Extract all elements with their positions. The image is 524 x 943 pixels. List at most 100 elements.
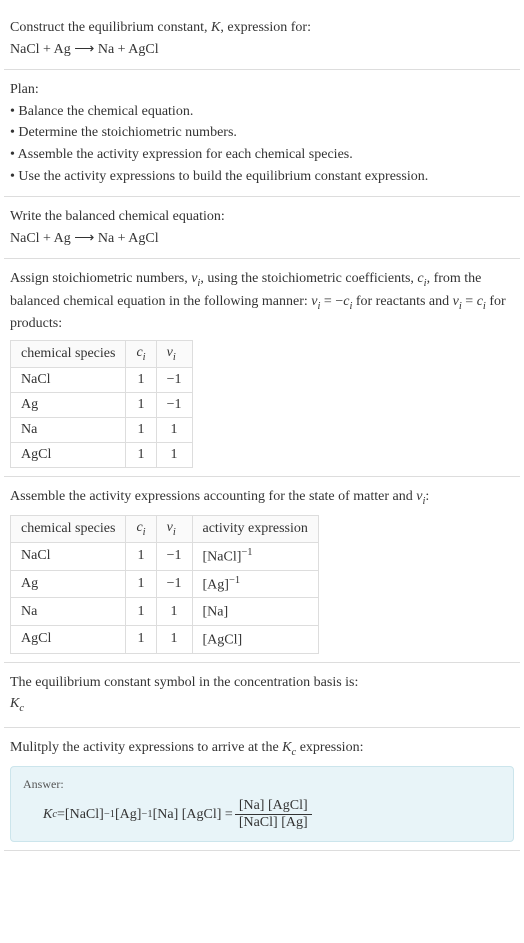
plan-item: • Assemble the activity expression for e… xyxy=(10,145,514,165)
balanced-section: Write the balanced chemical equation: Na… xyxy=(4,197,520,259)
header-equation: NaCl + Ag ⟶ Na + AgCl xyxy=(10,40,514,60)
plan-item: • Balance the chemical equation. xyxy=(10,102,514,122)
kc-sub: c xyxy=(19,703,24,714)
cell-activity: [Ag]−1 xyxy=(192,570,318,598)
cell-c: 1 xyxy=(126,542,156,570)
term-sup: −1 xyxy=(141,809,152,820)
plan-title: Plan: xyxy=(10,80,514,100)
answer-box: Answer: Kc = [NaCl]−1 [Ag]−1 [Na] [AgCl]… xyxy=(10,766,514,842)
fraction-numerator: [Na] [AgCl] xyxy=(235,798,312,815)
stoich-text: Assign stoichiometric numbers, xyxy=(10,271,191,286)
col-ci: ci xyxy=(126,516,156,543)
stoich-text: , using the stoichiometric coefficients, xyxy=(200,271,417,286)
balanced-title: Write the balanced chemical equation: xyxy=(10,207,514,227)
answer-label: Answer: xyxy=(23,777,501,792)
kc-K: K xyxy=(10,696,19,711)
cell-c: 1 xyxy=(126,598,156,626)
symbol-kc: Kc xyxy=(10,694,514,716)
table-row: AgCl 1 1 [AgCl] xyxy=(11,625,319,653)
symbol-section: The equilibrium constant symbol in the c… xyxy=(4,663,520,728)
answer-equation: Kc = [NaCl]−1 [Ag]−1 [Na] [AgCl] = [Na] … xyxy=(23,798,501,831)
multiply-text: Mulitply the activity expressions to arr… xyxy=(10,740,282,755)
stoich-table: chemical species ci νi NaCl 1 −1 Ag 1 −1… xyxy=(10,340,193,468)
cell-v: 1 xyxy=(156,625,192,653)
cell-v: −1 xyxy=(156,367,192,392)
kc-K: K xyxy=(43,807,52,823)
table-row: NaCl 1 −1 xyxy=(11,367,193,392)
stoich-text: = xyxy=(462,294,477,309)
cell-species: NaCl xyxy=(11,367,126,392)
expr-base: [Na] xyxy=(203,605,229,620)
col-species: chemical species xyxy=(11,516,126,543)
cell-c: 1 xyxy=(126,417,156,442)
cell-species: Ag xyxy=(11,570,126,598)
symbol-line: The equilibrium constant symbol in the c… xyxy=(10,673,514,693)
header-line: Construct the equilibrium constant, K, e… xyxy=(10,18,514,38)
cell-v: 1 xyxy=(156,442,192,467)
plan-item: • Use the activity expressions to build … xyxy=(10,167,514,187)
activity-intro: Assemble the activity expressions accoun… xyxy=(10,487,514,509)
kc-K: K xyxy=(282,740,291,755)
table-row: Ag 1 −1 [Ag]−1 xyxy=(11,570,319,598)
fraction-denominator: [NaCl] [Ag] xyxy=(235,815,312,831)
activity-table: chemical species ci νi activity expressi… xyxy=(10,515,319,653)
term: [Ag] xyxy=(115,807,141,823)
term: [Na] [AgCl] = xyxy=(153,807,233,823)
col-activity: activity expression xyxy=(192,516,318,543)
cell-v: −1 xyxy=(156,392,192,417)
table-header-row: chemical species ci νi xyxy=(11,340,193,367)
cell-c: 1 xyxy=(126,625,156,653)
cell-species: AgCl xyxy=(11,442,126,467)
cell-activity: [Na] xyxy=(192,598,318,626)
header-suffix: , expression for: xyxy=(220,20,311,35)
header-section: Construct the equilibrium constant, K, e… xyxy=(4,8,520,70)
cell-v: 1 xyxy=(156,598,192,626)
cell-c: 1 xyxy=(126,392,156,417)
cell-c: 1 xyxy=(126,570,156,598)
stoich-text: = − xyxy=(320,294,343,309)
expr-sup: −1 xyxy=(229,575,240,586)
eq-sign: = xyxy=(57,807,65,823)
col-vi: νi xyxy=(156,516,192,543)
header-prefix: Construct the equilibrium constant, xyxy=(10,20,211,35)
stoich-intro: Assign stoichiometric numbers, νi, using… xyxy=(10,269,514,334)
cell-v: −1 xyxy=(156,542,192,570)
balanced-equation: NaCl + Ag ⟶ Na + AgCl xyxy=(10,229,514,249)
cell-species: AgCl xyxy=(11,625,126,653)
cell-species: Na xyxy=(11,598,126,626)
cell-c: 1 xyxy=(126,367,156,392)
col-ci: ci xyxy=(126,340,156,367)
header-K: K xyxy=(211,20,220,35)
table-row: Ag 1 −1 xyxy=(11,392,193,417)
plan-section: Plan: • Balance the chemical equation. •… xyxy=(4,70,520,197)
ci-sub: i xyxy=(143,527,146,538)
fraction: [Na] [AgCl] [NaCl] [Ag] xyxy=(235,798,312,831)
table-row: Na 1 1 [Na] xyxy=(11,598,319,626)
expr-base: [Ag] xyxy=(203,577,229,592)
multiply-line: Mulitply the activity expressions to arr… xyxy=(10,738,514,760)
col-species: chemical species xyxy=(11,340,126,367)
multiply-text: expression: xyxy=(296,740,363,755)
vi-sub: i xyxy=(173,527,176,538)
table-header-row: chemical species ci νi activity expressi… xyxy=(11,516,319,543)
cell-v: −1 xyxy=(156,570,192,598)
table-row: NaCl 1 −1 [NaCl]−1 xyxy=(11,542,319,570)
expr-base: [AgCl] xyxy=(203,633,243,648)
stoich-section: Assign stoichiometric numbers, νi , using… xyxy=(4,259,520,476)
expr-base: [NaCl] xyxy=(203,550,242,565)
cell-v: 1 xyxy=(156,417,192,442)
cell-species: Ag xyxy=(11,392,126,417)
activity-text: Assemble the activity expressions accoun… xyxy=(10,489,416,504)
cell-species: Na xyxy=(11,417,126,442)
vi-sub: i xyxy=(173,352,176,363)
ci-sub: i xyxy=(143,352,146,363)
expr-sup: −1 xyxy=(241,547,252,558)
cell-c: 1 xyxy=(126,442,156,467)
activity-text: : xyxy=(425,489,429,504)
plan-item: • Determine the stoichiometric numbers. xyxy=(10,123,514,143)
cell-activity: [AgCl] xyxy=(192,625,318,653)
cell-species: NaCl xyxy=(11,542,126,570)
col-vi: νi xyxy=(156,340,192,367)
table-row: Na 1 1 xyxy=(11,417,193,442)
multiply-section: Mulitply the activity expressions to arr… xyxy=(4,728,520,851)
